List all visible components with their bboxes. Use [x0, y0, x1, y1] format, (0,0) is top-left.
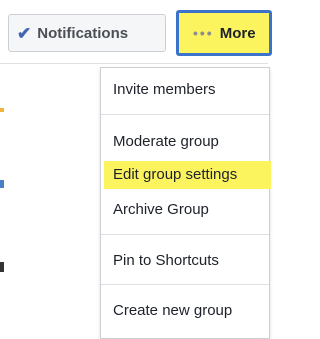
menu-item-archive-group[interactable]: Archive Group — [113, 196, 209, 224]
menu-divider — [101, 234, 269, 235]
menu-item-moderate-group[interactable]: Moderate group — [113, 128, 219, 156]
checkmark-icon: ✔ — [17, 23, 32, 43]
more-dropdown-menu: Invite members Moderate group Edit group… — [100, 67, 271, 339]
notifications-label: Notifications — [37, 24, 129, 42]
left-fragment-2 — [0, 180, 4, 188]
more-label: More — [219, 24, 256, 42]
menu-item-edit-group-settings[interactable]: Edit group settings — [104, 161, 271, 189]
notifications-button[interactable]: ✔ Notifications — [8, 14, 166, 52]
left-fragment-1 — [0, 108, 4, 112]
menu-divider — [101, 114, 269, 115]
more-button[interactable]: ••• More — [176, 10, 272, 56]
left-fragment-3 — [0, 262, 4, 272]
menu-item-invite-members[interactable]: Invite members — [113, 76, 216, 104]
menu-item-create-new-group[interactable]: Create new group — [113, 297, 232, 325]
more-button-inner: ••• More — [179, 13, 269, 53]
toolbar-divider — [0, 63, 268, 64]
more-dots-icon: ••• — [193, 25, 214, 41]
menu-divider — [101, 284, 269, 285]
menu-item-pin-to-shortcuts[interactable]: Pin to Shortcuts — [113, 247, 219, 275]
